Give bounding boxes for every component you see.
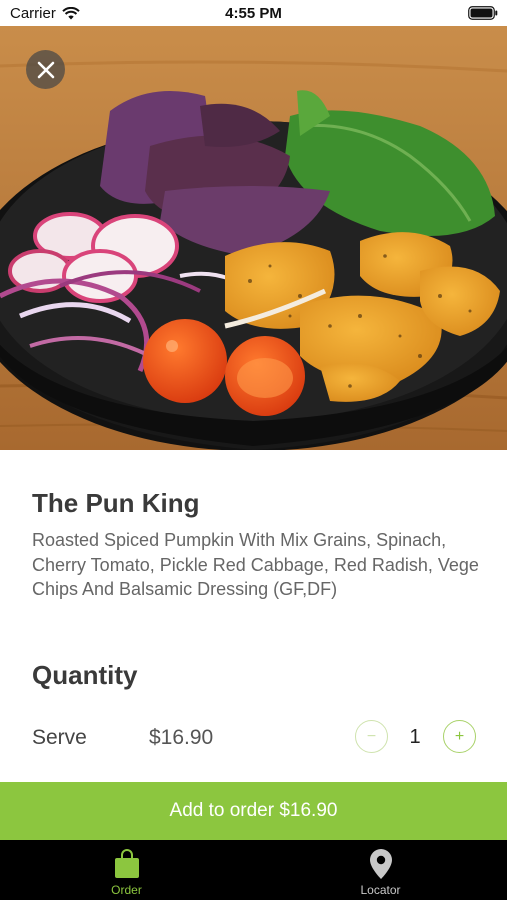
tab-order[interactable]: Order <box>0 840 253 900</box>
add-to-order-button[interactable]: Add to order $16.90 <box>0 782 507 840</box>
food-bowl-photo <box>0 26 507 450</box>
product-image <box>0 26 507 450</box>
product-title: The Pun King <box>32 488 200 518</box>
shopping-bag-icon <box>114 849 139 878</box>
decrement-button[interactable]: − <box>355 720 388 753</box>
add-to-order-label: Add to order $16.90 <box>169 800 338 821</box>
tab-bar: Order Locator <box>0 840 507 900</box>
serve-price: $16.90 <box>149 726 214 749</box>
tab-locator[interactable]: Locator <box>254 840 507 900</box>
tab-order-label: Order <box>111 883 142 897</box>
minus-icon: − <box>366 727 377 745</box>
close-icon <box>37 61 54 78</box>
quantity-value: 1 <box>409 726 421 748</box>
status-time: 4:55 PM <box>225 5 282 22</box>
close-button[interactable] <box>26 50 65 89</box>
increment-button[interactable]: + <box>443 720 476 753</box>
serve-label: Serve <box>32 726 87 749</box>
quantity-heading: Quantity <box>32 660 138 690</box>
battery-icon <box>468 6 498 20</box>
location-pin-icon <box>369 849 392 879</box>
plus-icon: + <box>454 727 465 745</box>
status-bar: Carrier 4:55 PM <box>0 0 507 26</box>
tab-locator-label: Locator <box>360 883 401 897</box>
product-description: Roasted Spiced Pumpkin With Mix Grains, … <box>32 530 479 599</box>
